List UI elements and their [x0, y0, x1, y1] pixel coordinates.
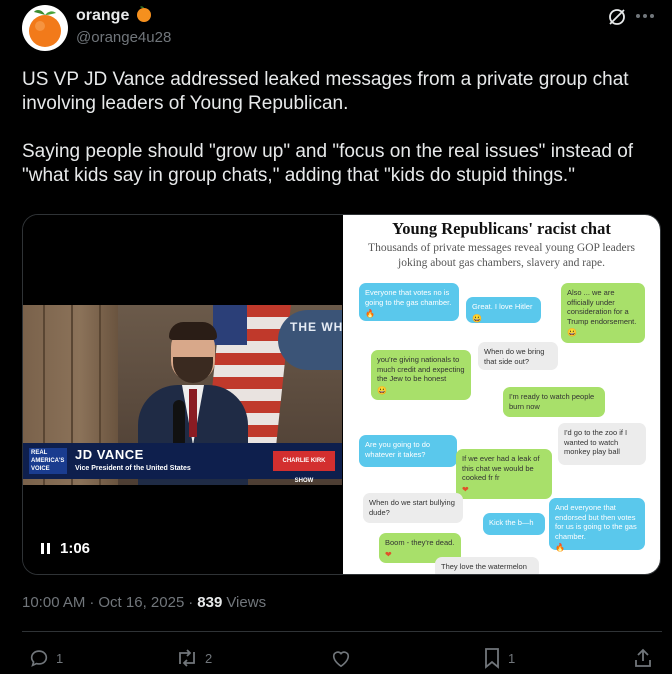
bookmark-icon — [485, 648, 499, 669]
chat-bubble: If we ever had a leak of this chat we wo… — [456, 449, 552, 499]
author-name[interactable]: orange — [76, 7, 129, 25]
chat-bubble: Are you going to do whatever it takes? — [359, 435, 457, 467]
post-meta: 10:00 AM · Oct 16, 2025 · 839 Views — [22, 594, 266, 611]
media-container[interactable]: THE WH REAL AMERICA'S VOICE JD VANCE Vic… — [22, 214, 661, 575]
meta-separator: · — [188, 594, 194, 611]
grok-icon[interactable] — [606, 6, 628, 28]
orange-avatar-icon — [29, 10, 61, 47]
author-handle[interactable]: @orange4u28 — [76, 29, 171, 46]
heart-icon — [332, 651, 350, 668]
avatar[interactable] — [22, 5, 68, 51]
meta-separator: · — [89, 594, 95, 611]
chat-bubble: And everyone that endorsed but then vote… — [549, 498, 645, 552]
share-icon — [635, 648, 651, 667]
repost-count: 2 — [205, 650, 213, 666]
more-options-icon[interactable] — [636, 14, 656, 20]
reply-button[interactable]: 1 — [28, 647, 63, 669]
post-date[interactable]: Oct 16, 2025 — [98, 594, 184, 611]
bookmark-button[interactable]: 1 — [482, 647, 515, 669]
repost-icon — [179, 649, 195, 667]
pause-icon[interactable] — [41, 543, 50, 554]
reply-count: 1 — [56, 650, 64, 666]
chat-bubble: When do we start bullying dude? — [363, 493, 463, 523]
post-paragraph: Saying people should "grow up" and "focu… — [22, 141, 634, 186]
chat-bubble: I'm ready to watch people burn now — [503, 387, 605, 417]
repost-button[interactable]: 2 — [175, 647, 212, 669]
infographic-title: Young Republicans' racist chat — [392, 219, 611, 238]
video-frame[interactable]: THE WH REAL AMERICA'S VOICE JD VANCE Vic… — [23, 305, 342, 485]
bookmark-count: 1 — [508, 650, 516, 666]
reply-icon — [30, 650, 48, 667]
views-label: Views — [226, 594, 267, 611]
infographic-subtitle: Thousands of private messages reveal you… — [368, 242, 635, 269]
chat-bubble: They love the watermelon — [435, 557, 539, 574]
lower-third: REAL AMERICA'S VOICE JD VANCE Vice Presi… — [23, 443, 342, 484]
divider — [22, 631, 662, 632]
show-logo: CHARLIE KIRK SHOW — [273, 451, 335, 484]
chat-bubble: Great. I love Hitler 😀 — [466, 297, 541, 323]
network-logo: REAL AMERICA'S VOICE — [29, 448, 67, 474]
lower-third-name: JD VANCE — [75, 447, 144, 462]
chat-bubble: I'd go to the zoo if I wanted to watch m… — [558, 423, 646, 465]
chat-bubble: Also ... we are officially under conside… — [561, 283, 645, 343]
infographic-image[interactable]: Young Republicans' racist chat Thousands… — [343, 215, 660, 574]
chat-bubble: Everyone that votes no is going to the g… — [359, 283, 459, 321]
video-controls[interactable]: 1:06 — [41, 540, 90, 557]
share-button[interactable] — [632, 647, 654, 674]
lower-third-title: Vice President of the United States — [75, 465, 191, 472]
author-name-row[interactable]: orange — [76, 5, 153, 27]
views-count: 839 — [197, 594, 223, 611]
chat-bubble: Kick the b—h — [483, 513, 545, 535]
video-duration: 1:06 — [60, 540, 91, 557]
video-player[interactable]: THE WH REAL AMERICA'S VOICE JD VANCE Vic… — [23, 215, 342, 574]
like-button[interactable] — [330, 648, 352, 673]
chat-bubble: you're giving nationals to much credit a… — [371, 350, 471, 400]
chat-bubble: When do we bring that side out? — [478, 342, 558, 370]
post-time[interactable]: 10:00 AM — [22, 594, 85, 611]
post-paragraph: US VP JD Vance addressed leaked messages… — [22, 69, 629, 114]
white-house-seal: THE WH — [278, 310, 342, 370]
microphone — [173, 400, 185, 448]
orange-emoji-icon — [135, 5, 153, 27]
post-text: US VP JD Vance addressed leaked messages… — [22, 68, 662, 188]
